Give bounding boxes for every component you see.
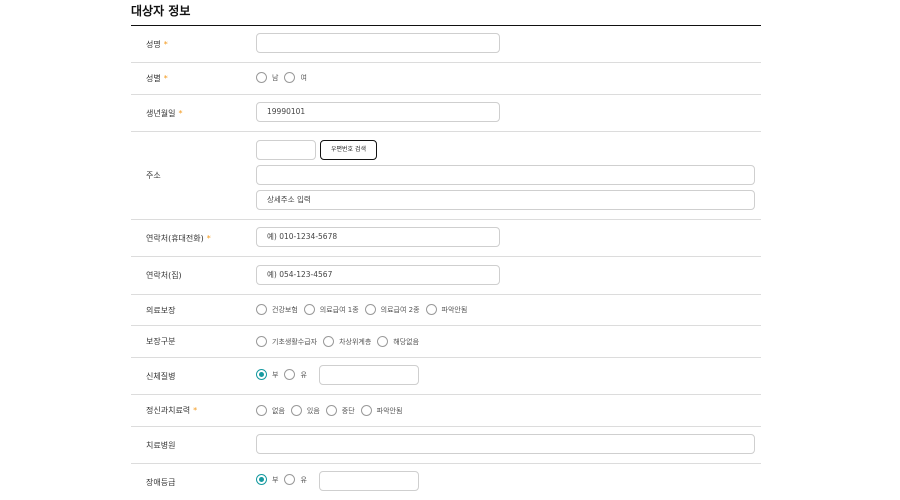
row-address: 주소 우편번호 검색 상세주소 입력 — [131, 132, 761, 220]
zipcode-search-button[interactable]: 우편번호 검색 — [320, 140, 377, 160]
psych-option-unknown[interactable]: 파악안됨 — [360, 405, 402, 416]
row-disability: 장애등급 부 유 — [131, 464, 761, 500]
psych-option-stopped[interactable]: 중단 — [325, 405, 355, 416]
disability-option-yes[interactable]: 유 — [284, 474, 307, 485]
disability-radio-group: 부 유 — [256, 474, 313, 485]
name-input[interactable] — [256, 33, 500, 53]
required-mark: * — [163, 40, 168, 49]
disability-detail-input[interactable] — [319, 471, 419, 491]
insurance-option-health[interactable]: 건강보험 — [256, 304, 298, 315]
radio-button[interactable] — [256, 336, 267, 347]
row-name: 성명 * — [131, 26, 761, 63]
psych-history-radio-group: 없음 있음 중단 파악안됨 — [256, 405, 408, 416]
disability-option-no[interactable]: 부 — [256, 474, 278, 485]
gender-radio-group: 남 여 — [256, 72, 313, 83]
radio-button[interactable] — [284, 72, 296, 83]
mobile-input[interactable]: 예) 010-1234-5678 — [256, 227, 500, 247]
name-label: 성명 * — [146, 40, 168, 49]
psych-option-none[interactable]: 없음 — [256, 405, 285, 416]
radio-button[interactable] — [377, 336, 389, 347]
protection-option-none[interactable]: 해당없음 — [377, 336, 419, 347]
insurance-radio-group: 건강보험 의료급여 1종 의료급여 2종 파악안됨 — [256, 304, 473, 315]
hospital-label: 치료병원 — [146, 441, 176, 450]
radio-button[interactable] — [256, 72, 267, 83]
insurance-label: 의료보장 — [146, 306, 176, 315]
protection-radio-group: 기초생활수급자 차상위계층 해당없음 — [256, 336, 425, 347]
radio-button[interactable] — [360, 405, 372, 416]
physical-illness-detail-input[interactable] — [319, 365, 419, 385]
birth-input[interactable]: 19990101 — [256, 102, 500, 122]
address-label: 주소 — [146, 171, 161, 180]
radio-button[interactable] — [290, 405, 302, 416]
physical-illness-option-no[interactable]: 부 — [256, 369, 278, 380]
zipcode-input[interactable] — [256, 140, 316, 160]
birth-label: 생년월일 * — [146, 109, 183, 118]
gender-label: 성별 * — [146, 74, 168, 83]
row-physical-illness: 신체질병 부 유 — [131, 358, 761, 395]
row-birth: 생년월일 * 19990101 — [131, 95, 761, 132]
required-mark: * — [178, 109, 183, 118]
insurance-option-aid1[interactable]: 의료급여 1종 — [303, 304, 359, 315]
psych-option-yes[interactable]: 있음 — [290, 405, 320, 416]
mobile-label: 연락처(휴대전화) * — [146, 234, 211, 243]
radio-button[interactable] — [256, 405, 267, 416]
protection-option-nearpoor[interactable]: 차상위계층 — [323, 336, 371, 347]
address-input[interactable] — [256, 165, 755, 185]
protection-label: 보장구분 — [146, 337, 176, 346]
hospital-input[interactable] — [256, 434, 755, 454]
radio-button[interactable] — [284, 369, 296, 380]
required-mark: * — [163, 74, 168, 83]
row-insurance: 의료보장 건강보험 의료급여 1종 의료급여 2종 파악안됨 — [131, 295, 761, 326]
radio-button[interactable] — [256, 304, 267, 315]
radio-button[interactable] — [425, 304, 437, 315]
home-phone-input[interactable]: 예) 054-123-4567 — [256, 265, 500, 285]
home-phone-label: 연락처(집) — [146, 271, 182, 280]
disability-label: 장애등급 — [146, 478, 176, 487]
row-hospital: 치료병원 — [131, 427, 761, 464]
insurance-option-unknown[interactable]: 파악안됨 — [425, 304, 467, 315]
protection-option-basic[interactable]: 기초생활수급자 — [256, 336, 317, 347]
radio-button-checked[interactable] — [256, 474, 267, 485]
required-mark: * — [206, 234, 211, 243]
radio-button[interactable] — [325, 405, 337, 416]
physical-illness-label: 신체질병 — [146, 372, 176, 381]
required-mark: * — [193, 406, 198, 415]
gender-option-male[interactable]: 남 — [256, 72, 278, 83]
row-home-phone: 연락처(집) 예) 054-123-4567 — [131, 257, 761, 295]
row-psych-history: 정신과치료력 * 없음 있음 중단 파악안됨 — [131, 395, 761, 427]
physical-illness-option-yes[interactable]: 유 — [284, 369, 307, 380]
psych-history-label: 정신과치료력 * — [146, 406, 198, 415]
row-protection: 보장구분 기초생활수급자 차상위계층 해당없음 — [131, 326, 761, 358]
section-title: 대상자 정보 — [131, 4, 191, 18]
insurance-option-aid2[interactable]: 의료급여 2종 — [364, 304, 420, 315]
row-mobile: 연락처(휴대전화) * 예) 010-1234-5678 — [131, 220, 761, 257]
radio-button[interactable] — [364, 304, 376, 315]
radio-button[interactable] — [284, 474, 296, 485]
radio-button[interactable] — [323, 336, 335, 347]
row-gender: 성별 * 남 여 — [131, 63, 761, 95]
physical-illness-radio-group: 부 유 — [256, 369, 313, 380]
gender-option-female[interactable]: 여 — [284, 72, 307, 83]
address-detail-input[interactable]: 상세주소 입력 — [256, 190, 755, 210]
radio-button-checked[interactable] — [256, 369, 267, 380]
radio-button[interactable] — [303, 304, 315, 315]
